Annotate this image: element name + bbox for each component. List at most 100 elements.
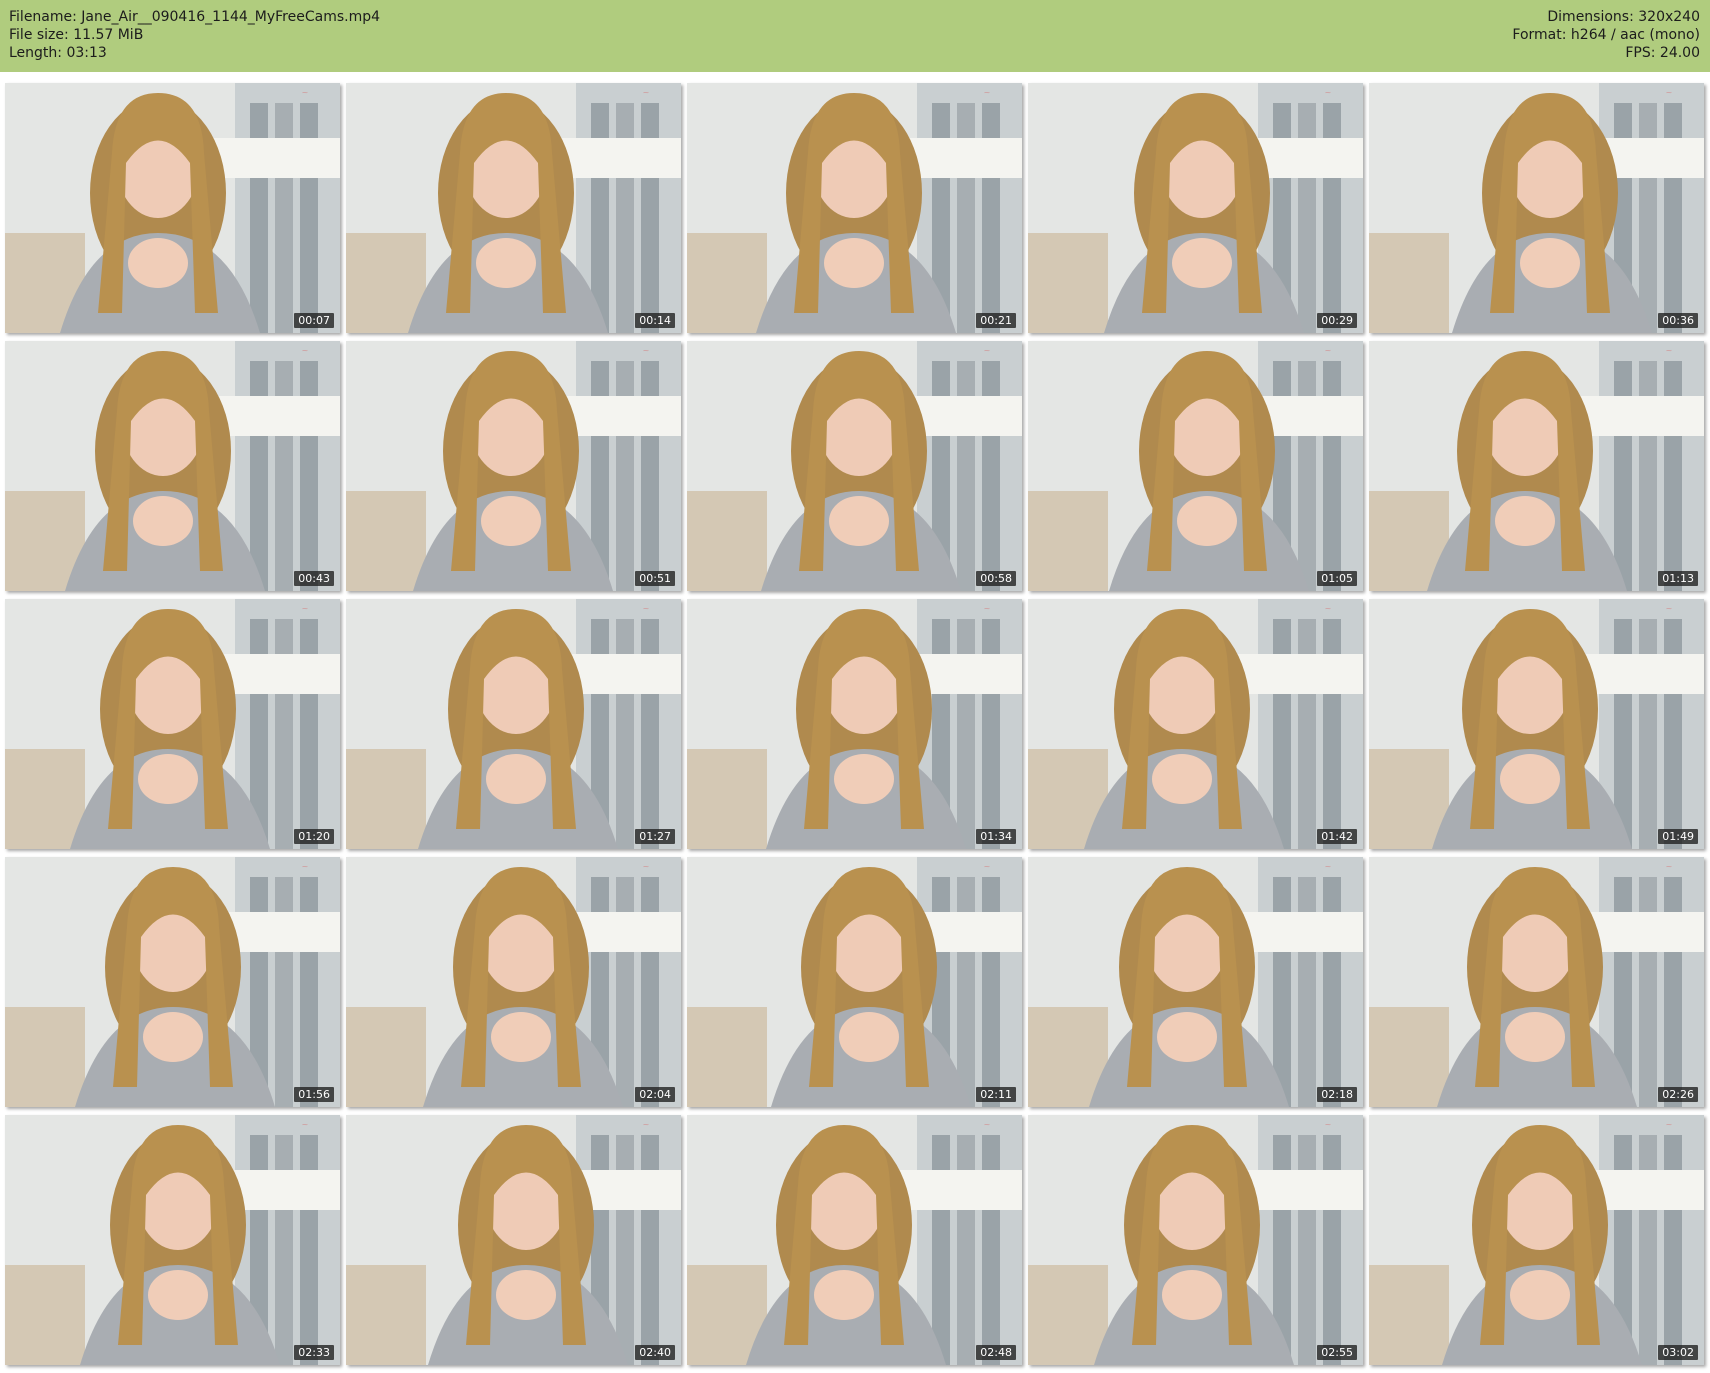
video-frame-image: ~ — [346, 341, 681, 591]
file-info-right: Dimensions: 320x240 Format: h264 / aac (… — [1512, 8, 1700, 62]
thumbnail[interactable]: ~02:48 — [687, 1115, 1022, 1365]
svg-text:~: ~ — [1666, 88, 1673, 97]
thumbnail[interactable]: ~00:36 — [1369, 83, 1704, 333]
svg-text:~: ~ — [302, 1120, 309, 1129]
video-frame-image: ~ — [346, 599, 681, 849]
timestamp-label: 02:04 — [635, 1087, 675, 1102]
svg-text:~: ~ — [1666, 346, 1673, 355]
video-frame-image: ~ — [1369, 599, 1704, 849]
svg-text:~: ~ — [302, 88, 309, 97]
thumbnail[interactable]: ~01:34 — [687, 599, 1022, 849]
thumbnail[interactable]: ~03:02 — [1369, 1115, 1704, 1365]
svg-text:~: ~ — [984, 862, 991, 871]
video-frame-image: ~ — [1369, 341, 1704, 591]
thumbnail[interactable]: ~02:26 — [1369, 857, 1704, 1107]
thumbnail[interactable]: ~00:43 — [5, 341, 340, 591]
timestamp-label: 01:27 — [635, 829, 675, 844]
timestamp-label: 00:29 — [1317, 313, 1357, 328]
timestamp-label: 02:40 — [635, 1345, 675, 1360]
thumbnail[interactable]: ~01:27 — [346, 599, 681, 849]
video-frame-image: ~ — [346, 83, 681, 333]
svg-text:~: ~ — [302, 862, 309, 871]
timestamp-label: 02:33 — [294, 1345, 334, 1360]
timestamp-label: 00:14 — [635, 313, 675, 328]
video-frame-image: ~ — [5, 857, 340, 1107]
svg-text:~: ~ — [1325, 862, 1332, 871]
video-frame-image: ~ — [687, 341, 1022, 591]
thumbnail[interactable]: ~00:58 — [687, 341, 1022, 591]
file-info-left: Filename: Jane_Air__090416_1144_MyFreeCa… — [9, 8, 380, 62]
video-frame-image: ~ — [5, 1115, 340, 1365]
thumbnail[interactable]: ~00:51 — [346, 341, 681, 591]
video-frame-image: ~ — [687, 83, 1022, 333]
timestamp-label: 02:11 — [976, 1087, 1016, 1102]
thumbnail[interactable]: ~01:42 — [1028, 599, 1363, 849]
thumbnail[interactable]: ~02:18 — [1028, 857, 1363, 1107]
thumbnail[interactable]: ~01:13 — [1369, 341, 1704, 591]
video-frame-image: ~ — [1369, 1115, 1704, 1365]
thumbnail[interactable]: ~02:33 — [5, 1115, 340, 1365]
svg-text:~: ~ — [1325, 1120, 1332, 1129]
timestamp-label: 01:13 — [1658, 571, 1698, 586]
video-frame-image: ~ — [1028, 341, 1363, 591]
thumbnail[interactable]: ~01:49 — [1369, 599, 1704, 849]
thumbnail[interactable]: ~01:56 — [5, 857, 340, 1107]
thumbnail[interactable]: ~02:40 — [346, 1115, 681, 1365]
video-frame-image: ~ — [1369, 83, 1704, 333]
timestamp-label: 01:42 — [1317, 829, 1357, 844]
svg-text:~: ~ — [302, 346, 309, 355]
video-frame-image: ~ — [5, 83, 340, 333]
video-frame-image: ~ — [687, 857, 1022, 1107]
filename-label: Filename: Jane_Air__090416_1144_MyFreeCa… — [9, 9, 381, 25]
timestamp-label: 00:07 — [294, 313, 334, 328]
timestamp-label: 01:34 — [976, 829, 1016, 844]
svg-text:~: ~ — [1666, 1120, 1673, 1129]
thumbnail[interactable]: ~00:29 — [1028, 83, 1363, 333]
thumbnail[interactable]: ~00:14 — [346, 83, 681, 333]
thumbnail[interactable]: ~02:55 — [1028, 1115, 1363, 1365]
svg-text:~: ~ — [1325, 88, 1332, 97]
timestamp-label: 00:43 — [294, 571, 334, 586]
video-frame-image: ~ — [346, 857, 681, 1107]
length-label: Length: 03:13 — [9, 45, 107, 61]
filesize-label: File size: 11.57 MiB — [9, 27, 144, 43]
timestamp-label: 01:56 — [294, 1087, 334, 1102]
video-frame-image: ~ — [1028, 599, 1363, 849]
timestamp-label: 00:58 — [976, 571, 1016, 586]
video-frame-image: ~ — [346, 1115, 681, 1365]
video-frame-image: ~ — [687, 1115, 1022, 1365]
fps-label: FPS: 24.00 — [1625, 45, 1700, 61]
thumbnail[interactable]: ~00:21 — [687, 83, 1022, 333]
timestamp-label: 03:02 — [1658, 1345, 1698, 1360]
timestamp-label: 02:55 — [1317, 1345, 1357, 1360]
format-label: Format: h264 / aac (mono) — [1512, 27, 1700, 43]
timestamp-label: 01:49 — [1658, 829, 1698, 844]
svg-text:~: ~ — [1666, 604, 1673, 613]
svg-text:~: ~ — [643, 346, 650, 355]
svg-text:~: ~ — [643, 1120, 650, 1129]
video-frame-image: ~ — [1028, 857, 1363, 1107]
thumbnail[interactable]: ~01:20 — [5, 599, 340, 849]
video-frame-image: ~ — [5, 599, 340, 849]
svg-text:~: ~ — [643, 862, 650, 871]
thumbnail[interactable]: ~00:07 — [5, 83, 340, 333]
timestamp-label: 00:36 — [1658, 313, 1698, 328]
video-frame-image: ~ — [5, 341, 340, 591]
timestamp-label: 00:21 — [976, 313, 1016, 328]
video-frame-image: ~ — [1028, 1115, 1363, 1365]
timestamp-label: 01:05 — [1317, 571, 1357, 586]
timestamp-label: 02:26 — [1658, 1087, 1698, 1102]
svg-text:~: ~ — [984, 604, 991, 613]
timestamp-label: 02:18 — [1317, 1087, 1357, 1102]
thumbnail[interactable]: ~02:11 — [687, 857, 1022, 1107]
timestamp-label: 00:51 — [635, 571, 675, 586]
svg-text:~: ~ — [1666, 862, 1673, 871]
video-frame-image: ~ — [687, 599, 1022, 849]
thumbnail[interactable]: ~02:04 — [346, 857, 681, 1107]
thumbnail[interactable]: ~01:05 — [1028, 341, 1363, 591]
svg-text:~: ~ — [984, 88, 991, 97]
svg-text:~: ~ — [1325, 346, 1332, 355]
dimensions-label: Dimensions: 320x240 — [1547, 9, 1700, 25]
svg-text:~: ~ — [1325, 604, 1332, 613]
svg-text:~: ~ — [984, 1120, 991, 1129]
